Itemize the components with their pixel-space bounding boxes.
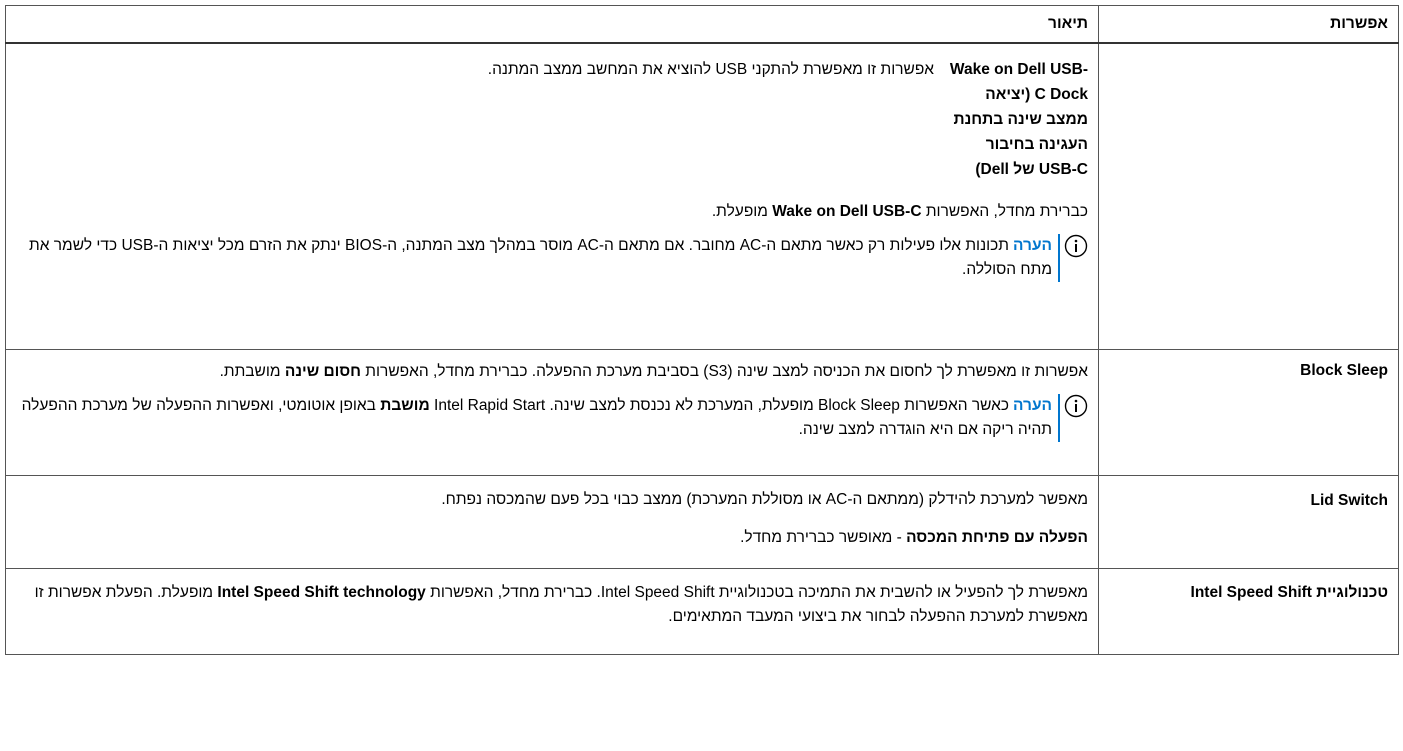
option-block-sleep: Block Sleep [1300,362,1388,379]
wake-note-text: תכונות אלו פעילות רק כאשר מתאם ה-AC מחוב… [29,237,1052,278]
note-label: הערה [1013,397,1052,414]
description-cell: Wake on Dell USB-C Dock (יציאה ממצב שינה… [5,42,1099,350]
wake-note: הערהתכונות אלו פעילות רק כאשר מתאם ה-AC … [16,234,1088,282]
info-circle-icon [1064,394,1088,418]
table-row: Block Sleep אפשרות זו מאפשרת לך לחסום את… [5,349,1399,476]
wake-subrow: Wake on Dell USB-C Dock (יציאה ממצב שינה… [16,57,1088,182]
description-cell: מאפשר למערכת להידלק (ממתאם ה-AC או מסולל… [5,475,1099,569]
option-intel-speed-shift: טכנולוגיית Intel Speed Shift [1190,584,1388,601]
note-label: הערה [1013,237,1052,254]
block-sleep-note: הערהכאשר האפשרות Block Sleep מופעלת, המע… [16,394,1088,442]
wake-on-usbc-dock-name: Wake on Dell USB-C Dock (יציאה ממצב שינה… [949,61,1088,178]
lid-switch-desc: מאפשר למערכת להידלק (ממתאם ה-AC או מסולל… [441,491,1088,508]
option-cell: טכנולוגיית Intel Speed Shift [1098,568,1399,655]
lid-switch-default: הפעלה עם פתיחת המכסה - מאופשר כברירת מחד… [740,529,1088,546]
block-sleep-note-body: הערהכאשר האפשרות Block Sleep מופעלת, המע… [16,394,1060,442]
info-circle-icon [1064,234,1088,258]
options-table: אפשרות תיאור Wake on Dell USB-C Dock (יצ… [5,5,1399,655]
header-description: תיאור [5,5,1099,44]
block-sleep-desc: אפשרות זו מאפשרת לך לחסום את הכניסה למצב… [219,363,1088,380]
table-header-row: אפשרות תיאור [5,5,1399,44]
table-row: Wake on Dell USB-C Dock (יציאה ממצב שינה… [5,42,1399,350]
speed-shift-desc: מאפשרת לך להפעיל או להשבית את התמיכה בטכ… [34,584,1088,625]
option-cell: Block Sleep [1098,349,1399,476]
option-cell: Lid Switch [1098,475,1399,569]
wake-default-text: כברירת מחדל, האפשרות Wake on Dell USB-C … [711,203,1088,220]
option-cell-empty [1098,42,1399,350]
description-cell: אפשרות זו מאפשרת לך לחסום את הכניסה למצב… [5,349,1099,476]
table-row: Lid Switch מאפשר למערכת להידלק (ממתאם ה-… [5,475,1399,569]
option-lid-switch: Lid Switch [1310,492,1389,509]
table-row: טכנולוגיית Intel Speed Shift מאפשרת לך ל… [5,568,1399,655]
header-option: אפשרות [1098,5,1399,44]
description-cell: מאפשרת לך להפעיל או להשבית את התמיכה בטכ… [5,568,1099,655]
wake-on-usbc-dock-desc: אפשרות זו מאפשרת להתקני USB להוציא את המ… [487,61,934,78]
wake-note-body: הערהתכונות אלו פעילות רק כאשר מתאם ה-AC … [16,234,1060,282]
